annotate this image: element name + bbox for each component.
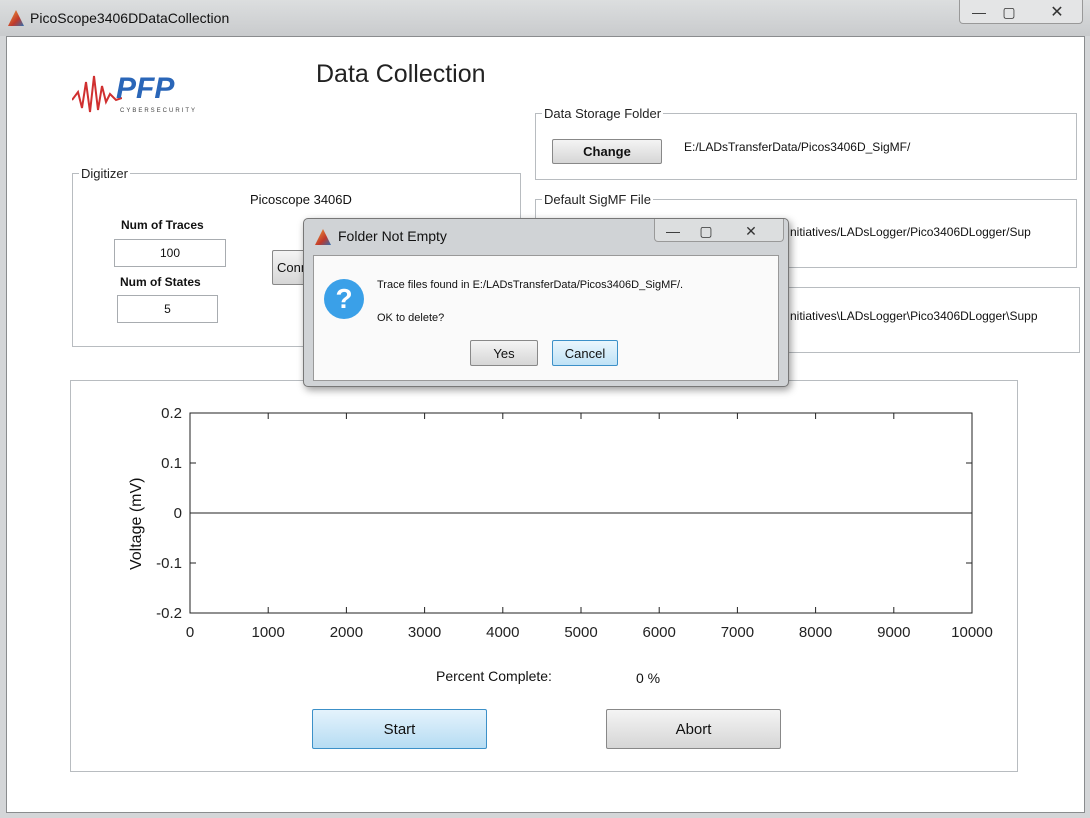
x-tick-label: 0 [186, 624, 194, 641]
y-tick-label: -0.2 [156, 605, 182, 622]
y-tick-label: 0 [174, 505, 182, 522]
x-tick-label: 5000 [564, 624, 597, 641]
cancel-button[interactable]: Cancel [552, 340, 618, 366]
yes-button[interactable]: Yes [470, 340, 538, 366]
start-button[interactable]: Start [312, 709, 487, 749]
x-tick-label: 1000 [252, 624, 285, 641]
x-tick-label: 10000 [951, 624, 993, 641]
dialog-title: Folder Not Empty [338, 228, 447, 244]
folder-not-empty-dialog: Folder Not Empty — ▢ ✕ ? Trace files fou… [303, 218, 789, 387]
matlab-icon [315, 229, 331, 245]
voltage-chart: 0 1000 2000 3000 4000 5000 6000 7000 8000 9000 100… [156, 405, 993, 641]
x-tick-label: 6000 [643, 624, 676, 641]
dialog-close-button[interactable]: ✕ [734, 221, 768, 241]
dialog-maximize-button[interactable]: ▢ [689, 221, 723, 241]
dialog-minimize-button[interactable]: — [656, 221, 690, 241]
x-tick-label: 7000 [721, 624, 754, 641]
x-tick-label: 3000 [408, 624, 441, 641]
y-tick-label: 0.1 [161, 455, 182, 472]
y-axis-label: Voltage (mV) [128, 477, 145, 570]
dialog-question: OK to delete? [377, 312, 445, 324]
question-icon: ? [324, 279, 364, 319]
x-tick-label: 8000 [799, 624, 832, 641]
percent-complete-label: Percent Complete: [436, 668, 552, 684]
x-tick-label: 9000 [877, 624, 910, 641]
x-tick-label: 4000 [486, 624, 519, 641]
y-tick-label: -0.1 [156, 555, 182, 572]
abort-button[interactable]: Abort [606, 709, 781, 749]
y-tick-label: 0.2 [161, 405, 182, 422]
x-tick-label: 2000 [330, 624, 363, 641]
percent-complete-value: 0 % [636, 670, 661, 686]
dialog-message: Trace files found in E:/LADsTransferData… [377, 279, 684, 291]
